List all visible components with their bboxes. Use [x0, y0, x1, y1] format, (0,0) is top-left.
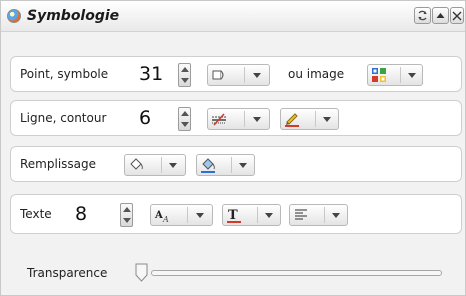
- image-grid-icon: [372, 68, 386, 82]
- svg-text:A: A: [162, 215, 169, 223]
- collapse-up-icon[interactable]: [432, 7, 449, 24]
- point-symbol-label: Point, symbole: [20, 67, 109, 81]
- chevron-down-icon: [253, 73, 261, 78]
- svg-text:T: T: [228, 208, 238, 223]
- symbol-shape-icon: [212, 70, 224, 80]
- transparency-slider-thumb[interactable]: [135, 263, 148, 282]
- point-size-value[interactable]: 31: [139, 63, 163, 85]
- point-symbol-row: Point, symbole 31 ou image: [10, 56, 462, 92]
- text-color-dropdown[interactable]: T: [222, 204, 281, 226]
- line-style-dropdown[interactable]: [207, 108, 270, 130]
- line-width-stepper[interactable]: [178, 107, 191, 131]
- fill-label: Remplissage: [20, 157, 97, 171]
- text-color-icon: T: [227, 208, 241, 223]
- font-dropdown[interactable]: A A: [150, 204, 213, 226]
- text-size-stepper[interactable]: [120, 203, 133, 227]
- chevron-down-icon: [265, 213, 273, 218]
- transparency-label: Transparence: [27, 266, 108, 280]
- font-icon: A A: [154, 210, 169, 223]
- chevron-down-icon: [408, 73, 416, 78]
- text-label: Texte: [20, 207, 52, 221]
- transparency-slider[interactable]: [151, 270, 442, 276]
- refresh-icon[interactable]: [414, 7, 431, 24]
- text-size-value[interactable]: 8: [75, 203, 87, 225]
- text-align-dropdown[interactable]: [289, 204, 348, 226]
- text-align-icon: [295, 209, 307, 220]
- paint-bucket-color-icon: [201, 158, 215, 173]
- pencil-color-icon: [285, 113, 299, 127]
- chevron-down-icon: [169, 163, 177, 168]
- or-image-label: ou image: [288, 67, 345, 81]
- point-size-stepper[interactable]: [178, 63, 191, 87]
- line-color-dropdown[interactable]: [280, 108, 339, 130]
- fill-color-dropdown[interactable]: [196, 154, 255, 176]
- chevron-down-icon: [323, 117, 331, 122]
- line-outline-row: Ligne, contour 6: [10, 100, 462, 136]
- image-dropdown[interactable]: [367, 64, 423, 86]
- chevron-down-icon: [253, 117, 261, 122]
- symbology-icon: [7, 9, 21, 23]
- line-outline-label: Ligne, contour: [20, 111, 107, 125]
- symbol-shape-dropdown[interactable]: [207, 64, 270, 86]
- svg-text:A: A: [154, 210, 163, 221]
- panel-title: Symbologie: [27, 8, 120, 24]
- fill-row: Remplissage: [10, 146, 462, 182]
- panel-titlebar: Symbologie: [1, 1, 465, 32]
- fill-style-dropdown[interactable]: [124, 154, 186, 176]
- symbology-panel: Symbologie Point, symbole 31 ou image Li…: [0, 0, 466, 296]
- chevron-down-icon: [196, 213, 204, 218]
- paint-bucket-icon: [130, 158, 143, 170]
- line-width-value[interactable]: 6: [139, 107, 151, 129]
- close-icon[interactable]: [450, 7, 464, 24]
- chevron-down-icon: [239, 163, 247, 168]
- chevron-down-icon: [332, 213, 340, 218]
- text-row: Texte 8 A A T: [10, 194, 462, 234]
- line-style-icon: [212, 113, 226, 126]
